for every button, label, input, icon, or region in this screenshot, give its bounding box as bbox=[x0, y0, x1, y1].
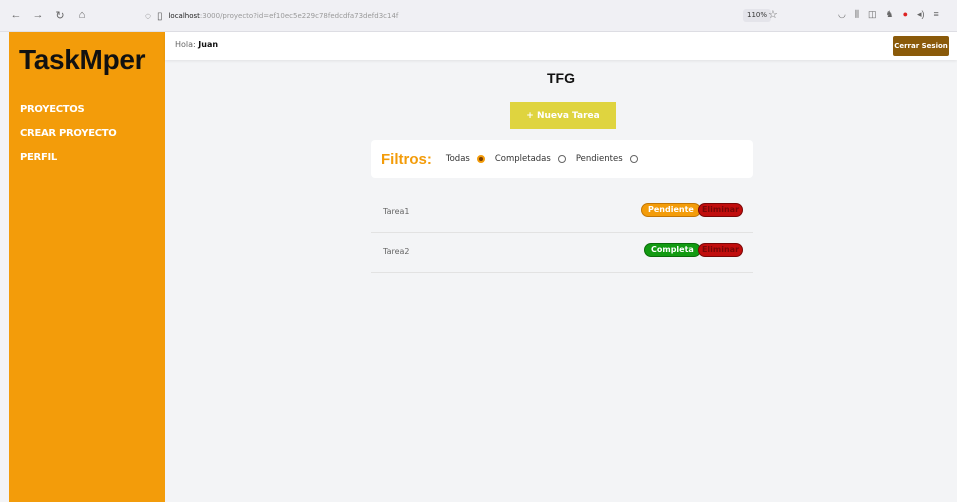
logout-button[interactable]: Cerrar Sesion bbox=[893, 36, 949, 56]
filter-option-todas[interactable]: Todas bbox=[446, 154, 485, 164]
home-icon[interactable]: ⌂ bbox=[76, 9, 88, 22]
filter-option-completadas[interactable]: Completadas bbox=[495, 154, 566, 164]
bookmark-star-icon[interactable]: ☆ bbox=[768, 8, 778, 21]
greeting-prefix: Hola: bbox=[175, 40, 196, 49]
task-name: Tarea1 bbox=[383, 207, 410, 216]
sidebar-nav: PROYECTOS CREAR PROYECTO PERFIL bbox=[20, 104, 117, 163]
menu-icon[interactable]: ≡ bbox=[934, 9, 939, 20]
radio-pendientes[interactable] bbox=[629, 155, 638, 163]
back-arrow-icon[interactable]: ← bbox=[10, 9, 22, 22]
filter-label: Completadas bbox=[494, 154, 551, 164]
radio-todas[interactable] bbox=[476, 155, 485, 163]
sidebar-item-proyectos[interactable]: PROYECTOS bbox=[20, 104, 117, 115]
user-name: Juan bbox=[198, 40, 219, 49]
pocket-icon[interactable]: ◡ bbox=[838, 9, 846, 20]
delete-task-button[interactable]: Eliminar bbox=[698, 243, 743, 257]
sidebar-icon[interactable]: ◫ bbox=[868, 9, 877, 20]
zoom-level[interactable]: 110% bbox=[743, 9, 772, 22]
task-state-button[interactable]: Completa bbox=[644, 243, 701, 257]
task-name: Tarea2 bbox=[383, 247, 410, 256]
task-row: Tarea1 Pendiente Eliminar bbox=[371, 193, 753, 233]
radio-completadas[interactable] bbox=[557, 155, 566, 163]
sidebar-item-crear-proyecto[interactable]: CREAR PROYECTO bbox=[20, 128, 117, 139]
task-state-button[interactable]: Pendiente bbox=[641, 203, 701, 217]
sidebar: TaskMper PROYECTOS CREAR PROYECTO PERFIL bbox=[9, 32, 165, 502]
address-bar[interactable]: ◌ ▯ localhost:3000/proyecto?id=ef10ec5e2… bbox=[145, 6, 398, 26]
browser-toolbar: ← → ↻ ⌂ ◌ ▯ localhost:3000/proyecto?id=e… bbox=[0, 0, 957, 32]
url-host: localhost bbox=[168, 12, 200, 20]
task-row: Tarea2 Completa Eliminar bbox=[371, 233, 753, 273]
extension-icon[interactable]: ♞ bbox=[886, 9, 894, 20]
forward-arrow-icon[interactable]: → bbox=[32, 9, 44, 22]
url-path: :3000/proyecto?id=ef10ec5e229c78fedcdfa7… bbox=[199, 12, 399, 20]
app-logo: TaskMper bbox=[19, 44, 146, 75]
project-title: TFG bbox=[547, 70, 575, 86]
new-task-button[interactable]: + Nueva Tarea bbox=[510, 102, 616, 129]
shield-icon: ◌ bbox=[145, 10, 151, 22]
filter-label: Pendientes bbox=[575, 154, 623, 164]
user-greeting: Hola: Juan bbox=[175, 40, 218, 49]
filters-panel: Filtros: Todas Completadas Pendientes bbox=[371, 140, 753, 178]
url-text[interactable]: localhost:3000/proyecto?id=ef10ec5e229c7… bbox=[168, 12, 398, 20]
delete-task-button[interactable]: Eliminar bbox=[698, 203, 743, 217]
audio-icon[interactable]: ◂) bbox=[917, 9, 925, 20]
page-icon: ▯ bbox=[156, 10, 163, 22]
top-header: Hola: Juan Cerrar Sesion bbox=[165, 32, 957, 60]
browser-tools: ◡ ⫼ ◫ ♞ ● ◂) ≡ bbox=[838, 9, 939, 20]
reload-icon[interactable]: ↻ bbox=[54, 9, 66, 22]
browser-nav: ← → ↻ ⌂ bbox=[0, 9, 90, 22]
filter-label: Todas bbox=[445, 154, 470, 164]
library-icon[interactable]: ⫼ bbox=[855, 9, 859, 20]
sidebar-item-perfil[interactable]: PERFIL bbox=[20, 152, 117, 163]
filter-option-pendientes[interactable]: Pendientes bbox=[576, 154, 638, 164]
record-icon[interactable]: ● bbox=[903, 9, 908, 20]
filters-title: Filtros: bbox=[381, 150, 432, 168]
